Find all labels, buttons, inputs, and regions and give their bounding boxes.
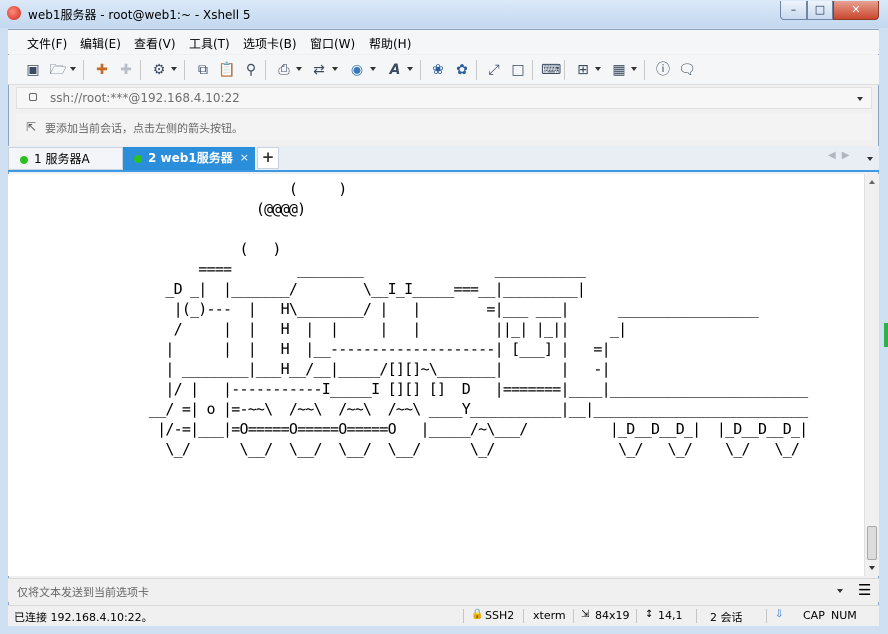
chat-icon[interactable]: 🗨 xyxy=(678,61,696,79)
lock-icon: 🔒 xyxy=(471,609,484,620)
menu-file[interactable]: 文件(F) xyxy=(27,35,67,52)
new-tab-icon[interactable]: ⊞ xyxy=(574,61,592,79)
open-folder-icon[interactable]: 🗁 xyxy=(49,61,67,79)
terminal-type-status: xterm xyxy=(533,609,566,622)
toolbar: ▣ 🗁 ✚ ✚ ⚙ ⧉ 📋 ⚲ ⎙ ⇄ ◉ A ❀ ✿ ⤢ □ ⌨ ⊞ ▦ ⓘ … xyxy=(8,55,879,85)
tab-label: 2 web1服务器 xyxy=(148,151,233,165)
menu-help[interactable]: 帮助(H) xyxy=(369,35,411,52)
caps-lock-status: CAP xyxy=(803,609,825,622)
tab-bar: 1 服务器A 2 web1服务器 × + ◀▶ xyxy=(8,146,879,172)
scroll-up-icon[interactable] xyxy=(869,180,875,184)
tab-scroll-arrows[interactable]: ◀▶ xyxy=(828,150,855,161)
scroll-down-icon[interactable] xyxy=(869,566,875,570)
arrow-button-icon[interactable]: ⇱ xyxy=(26,120,36,134)
connected-status-icon xyxy=(20,156,28,164)
properties-icon[interactable]: ⚙ xyxy=(150,61,168,79)
address-bar[interactable]: ssh://root:***@192.168.4.10:22 xyxy=(16,87,872,109)
resize-icon: ⇲ xyxy=(581,609,590,620)
connection-status: 已连接 192.168.4.10:22。 xyxy=(14,611,153,624)
fullscreen-icon[interactable]: ⤢ xyxy=(485,61,503,79)
hint-text: 要添加当前会话，点击左侧的箭头按钮。 xyxy=(45,122,243,135)
keyboard-icon[interactable]: ⌨ xyxy=(541,61,561,79)
terminal-size-status: 84x19 xyxy=(595,609,630,622)
close-tab-icon[interactable]: × xyxy=(240,147,249,169)
terminal-scrollbar[interactable] xyxy=(864,174,879,576)
protocol-status: SSH2 xyxy=(485,609,515,622)
compose-bar[interactable]: 仅将文本发送到当前选项卡 ☰ xyxy=(8,578,879,602)
window-title: web1服务器 - root@web1:~ - Xshell 5 xyxy=(28,8,251,22)
send-text-placeholder: 仅将文本发送到当前选项卡 xyxy=(17,586,149,599)
lock-icon xyxy=(29,93,37,101)
menu-tabs[interactable]: 选项卡(B) xyxy=(243,35,297,52)
help-icon[interactable]: ⓘ xyxy=(654,61,672,79)
close-button[interactable]: ✕ xyxy=(833,1,879,20)
new-session-icon[interactable]: ▣ xyxy=(24,61,42,79)
add-tab-button[interactable]: + xyxy=(257,147,279,169)
address-dropdown-icon[interactable] xyxy=(857,97,863,101)
tab-label: 1 服务器A xyxy=(34,152,90,166)
download-arrow-icon[interactable]: ⇩ xyxy=(775,609,783,620)
print-icon[interactable]: ⎙ xyxy=(275,61,293,79)
layout-icon[interactable]: ▦ xyxy=(610,61,628,79)
reconnect-icon[interactable]: ✚ xyxy=(93,61,111,79)
xmanager-icon[interactable]: ✿ xyxy=(453,61,471,79)
status-bar: 已连接 192.168.4.10:22。 🔒 SSH2 xterm ⇲ 84x1… xyxy=(8,605,879,626)
num-lock-status: NUM xyxy=(831,609,857,622)
terminal-output[interactable]: ( ) (@@@@) ( ) ==== ________ ___________… xyxy=(8,174,864,576)
lock-icon[interactable]: □ xyxy=(509,61,527,79)
find-icon[interactable]: ⚲ xyxy=(242,61,260,79)
title-bar: web1服务器 - root@web1:~ - Xshell 5 – □ ✕ xyxy=(0,0,888,28)
tab-server-a[interactable]: 1 服务器A xyxy=(8,147,123,170)
scrollbar-thumb[interactable] xyxy=(867,526,877,560)
send-target-dropdown-icon[interactable] xyxy=(837,589,843,593)
maximize-button[interactable]: □ xyxy=(807,1,833,20)
transfer-icon[interactable]: ⇄ xyxy=(310,61,328,79)
xshell-app-icon[interactable] xyxy=(7,6,21,20)
tab-list-dropdown-icon[interactable] xyxy=(867,157,873,161)
tab-web1-server[interactable]: 2 web1服务器 × xyxy=(123,147,255,170)
session-count-status: 2 会话 xyxy=(710,611,743,624)
menu-tools[interactable]: 工具(T) xyxy=(189,35,230,52)
minimize-button[interactable]: – xyxy=(780,1,807,20)
globe-icon[interactable]: ◉ xyxy=(348,61,366,79)
session-hint-bar: ⇱ 要添加当前会话，点击左侧的箭头按钮。 xyxy=(16,114,872,140)
copy-icon[interactable]: ⧉ xyxy=(194,61,212,79)
font-icon[interactable]: A xyxy=(386,61,404,79)
xftp-icon[interactable]: ❀ xyxy=(429,61,447,79)
cursor-icon: ↕ xyxy=(645,609,654,620)
paste-icon[interactable]: 📋 xyxy=(218,61,236,79)
menu-bar: 文件(F) 编辑(E) 查看(V) 工具(T) 选项卡(B) 窗口(W) 帮助(… xyxy=(8,30,879,54)
menu-window[interactable]: 窗口(W) xyxy=(310,35,355,52)
disconnect-icon[interactable]: ✚ xyxy=(117,61,135,79)
side-indicator xyxy=(884,323,888,347)
menu-lines-icon[interactable]: ☰ xyxy=(858,581,871,599)
cursor-position-status: 14,1 xyxy=(658,609,683,622)
connected-status-icon xyxy=(134,155,142,163)
terminal-text: ( ) (@@@@) ( ) ==== ________ ___________… xyxy=(148,180,808,458)
address-text: ssh://root:***@192.168.4.10:22 xyxy=(50,91,240,105)
menu-edit[interactable]: 编辑(E) xyxy=(80,35,121,52)
menu-view[interactable]: 查看(V) xyxy=(134,35,176,52)
